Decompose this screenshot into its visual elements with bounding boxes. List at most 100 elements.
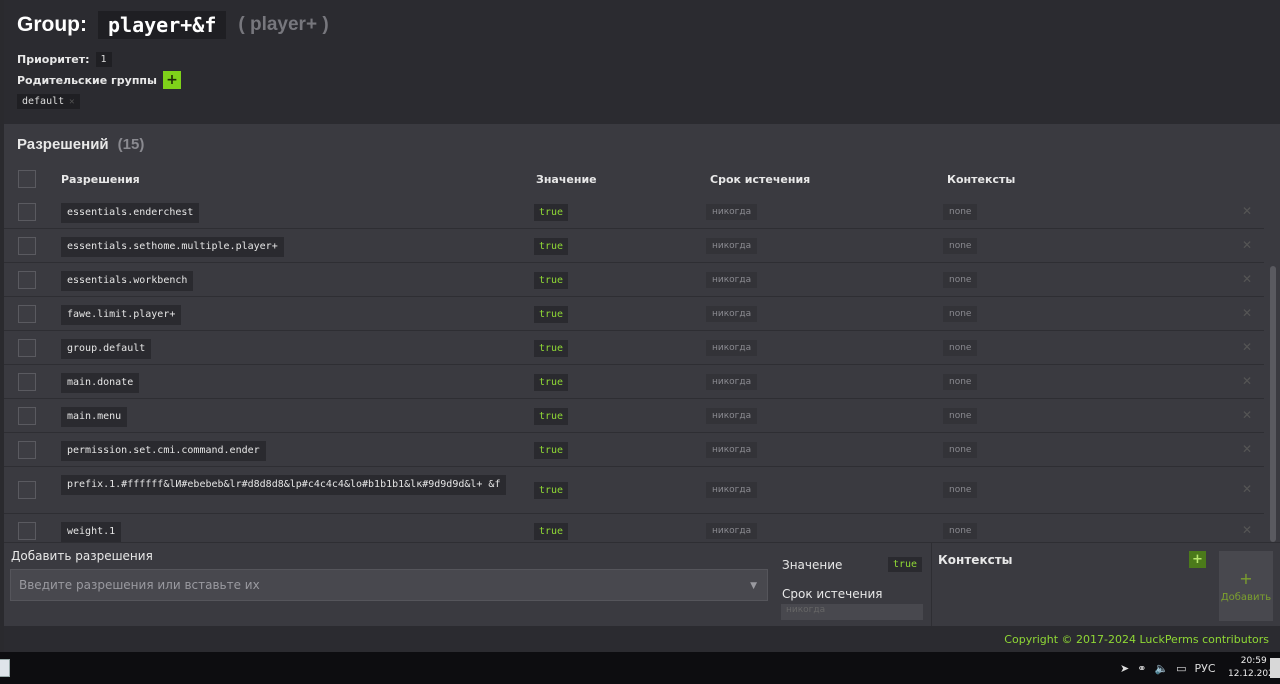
permission-value[interactable]: true <box>534 340 569 357</box>
delete-icon[interactable]: ✕ <box>1242 408 1252 422</box>
parent-group-chip[interactable]: default ✕ <box>17 94 80 109</box>
row-checkbox[interactable] <box>18 373 36 391</box>
permission-node[interactable]: weight.1 <box>61 522 122 542</box>
table-row: essentials.sethome.multiple.player+ true… <box>4 229 1264 263</box>
delete-icon[interactable]: ✕ <box>1242 272 1252 286</box>
permission-expiry[interactable]: никогда <box>706 306 758 322</box>
copyright-link[interactable]: Copyright © 2017-2024 LuckPerms contribu… <box>1004 633 1269 646</box>
permission-node[interactable]: essentials.sethome.multiple.player+ <box>61 237 284 257</box>
permission-expiry[interactable]: никогда <box>706 523 758 539</box>
row-checkbox[interactable] <box>18 305 36 323</box>
permission-context[interactable]: none <box>943 523 978 539</box>
permissions-panel: Разрешений (15) Разрешения Значение Срок… <box>4 124 1280 542</box>
show-desktop-button[interactable] <box>1270 658 1280 678</box>
add-button[interactable]: + Добавить <box>1219 551 1273 621</box>
permission-value[interactable]: true <box>534 374 569 391</box>
permission-context[interactable]: none <box>943 204 978 220</box>
row-checkbox[interactable] <box>18 522 36 540</box>
telegram-icon[interactable]: ➤ <box>1120 662 1129 675</box>
add-context-button[interactable]: + <box>1189 551 1206 568</box>
select-all-checkbox[interactable] <box>18 170 36 188</box>
permission-node[interactable]: main.donate <box>61 373 140 393</box>
permission-context[interactable]: none <box>943 482 978 498</box>
permission-node[interactable]: fawe.limit.player+ <box>61 305 182 325</box>
delete-icon[interactable]: ✕ <box>1242 340 1252 354</box>
group-display-name[interactable]: ( player+ ) <box>238 14 328 36</box>
priority-value[interactable]: 1 <box>95 52 112 67</box>
permission-value[interactable]: true <box>534 238 569 255</box>
column-contexts[interactable]: Контексты <box>947 173 1015 186</box>
permission-expiry[interactable]: никогда <box>706 374 758 390</box>
group-name[interactable]: player+&f <box>97 11 227 39</box>
table-scrollbar-thumb[interactable] <box>1270 266 1276 542</box>
app-window-icon[interactable] <box>0 659 10 677</box>
value-toggle[interactable]: true <box>888 557 923 572</box>
permission-context[interactable]: none <box>943 374 978 390</box>
permission-expiry[interactable]: никогда <box>706 272 758 288</box>
table-row: main.donate true никогда none ✕ <box>4 365 1264 399</box>
delete-icon[interactable]: ✕ <box>1242 374 1252 388</box>
row-checkbox[interactable] <box>18 481 36 499</box>
delete-icon[interactable]: ✕ <box>1242 238 1252 252</box>
permission-node[interactable]: prefix.1.#ffffff&lИ#ebebeb&lr#d8d8d8&lp#… <box>61 475 507 495</box>
permission-context[interactable]: none <box>943 238 978 254</box>
permission-expiry[interactable]: никогда <box>706 340 758 356</box>
permission-context[interactable]: none <box>943 408 978 424</box>
column-value[interactable]: Значение <box>536 173 597 186</box>
priority-label: Приоритет: <box>17 53 90 66</box>
delete-icon[interactable]: ✕ <box>1242 523 1252 537</box>
row-checkbox[interactable] <box>18 271 36 289</box>
permission-node[interactable]: essentials.enderchest <box>61 203 200 223</box>
row-checkbox[interactable] <box>18 237 36 255</box>
permissions-title: Разрешений <box>17 135 109 153</box>
permission-expiry[interactable]: никогда <box>706 238 758 254</box>
permission-value[interactable]: true <box>534 306 569 323</box>
permissions-count: (15) <box>117 135 145 153</box>
permission-context[interactable]: none <box>943 340 978 356</box>
permission-expiry[interactable]: никогда <box>706 408 758 424</box>
permission-node[interactable]: essentials.workbench <box>61 271 194 291</box>
permission-value[interactable]: true <box>534 204 569 221</box>
permission-value[interactable]: true <box>534 482 569 499</box>
add-parent-button[interactable]: + <box>162 71 181 89</box>
column-permission[interactable]: Разрешения <box>61 173 140 186</box>
add-button-label: Добавить <box>1220 592 1272 603</box>
delete-icon[interactable]: ✕ <box>1242 204 1252 218</box>
row-checkbox[interactable] <box>18 407 36 425</box>
parent-groups-label: Родительские группы <box>17 73 157 87</box>
system-tray: ➤ ⚭ 🔈 ▭ РУС <box>1120 662 1216 675</box>
monitor-icon[interactable]: ▭ <box>1176 662 1186 675</box>
permission-node[interactable]: permission.set.cmi.command.ender <box>61 441 266 461</box>
volume-icon[interactable]: 🔈 <box>1154 662 1168 675</box>
permission-value[interactable]: true <box>534 272 569 289</box>
table-header: Разрешения Значение Срок истечения Конте… <box>4 168 1280 190</box>
permission-node[interactable]: main.menu <box>61 407 128 427</box>
value-label: Значение <box>782 558 843 572</box>
permission-value[interactable]: true <box>534 442 569 459</box>
row-checkbox[interactable] <box>18 203 36 221</box>
permission-expiry[interactable]: никогда <box>706 482 758 498</box>
column-expiry[interactable]: Срок истечения <box>710 173 810 186</box>
permission-input[interactable]: Введите разрешения или вставьте их ▼ <box>10 569 768 601</box>
row-checkbox[interactable] <box>18 339 36 357</box>
permission-node[interactable]: group.default <box>61 339 152 359</box>
permission-expiry[interactable]: никогда <box>706 204 758 220</box>
language-indicator[interactable]: РУС <box>1195 662 1216 675</box>
chevron-down-icon[interactable]: ▼ <box>750 581 757 591</box>
table-row: weight.1 true никогда none ✕ <box>4 514 1264 542</box>
permission-value[interactable]: true <box>534 408 569 425</box>
permission-context[interactable]: none <box>943 306 978 322</box>
expiry-input[interactable]: никогда <box>781 604 923 620</box>
value-expiry-box: Значение true Срок истечения никогда <box>777 549 929 627</box>
permission-value[interactable]: true <box>534 523 569 540</box>
permissions-table: essentials.enderchest true никогда none … <box>4 195 1264 542</box>
row-checkbox[interactable] <box>18 441 36 459</box>
permission-context[interactable]: none <box>943 442 978 458</box>
permission-context[interactable]: none <box>943 272 978 288</box>
delete-icon[interactable]: ✕ <box>1242 482 1252 496</box>
remove-parent-icon[interactable]: ✕ <box>69 97 74 107</box>
delete-icon[interactable]: ✕ <box>1242 306 1252 320</box>
delete-icon[interactable]: ✕ <box>1242 442 1252 456</box>
permission-expiry[interactable]: никогда <box>706 442 758 458</box>
network-icon[interactable]: ⚭ <box>1137 662 1146 675</box>
